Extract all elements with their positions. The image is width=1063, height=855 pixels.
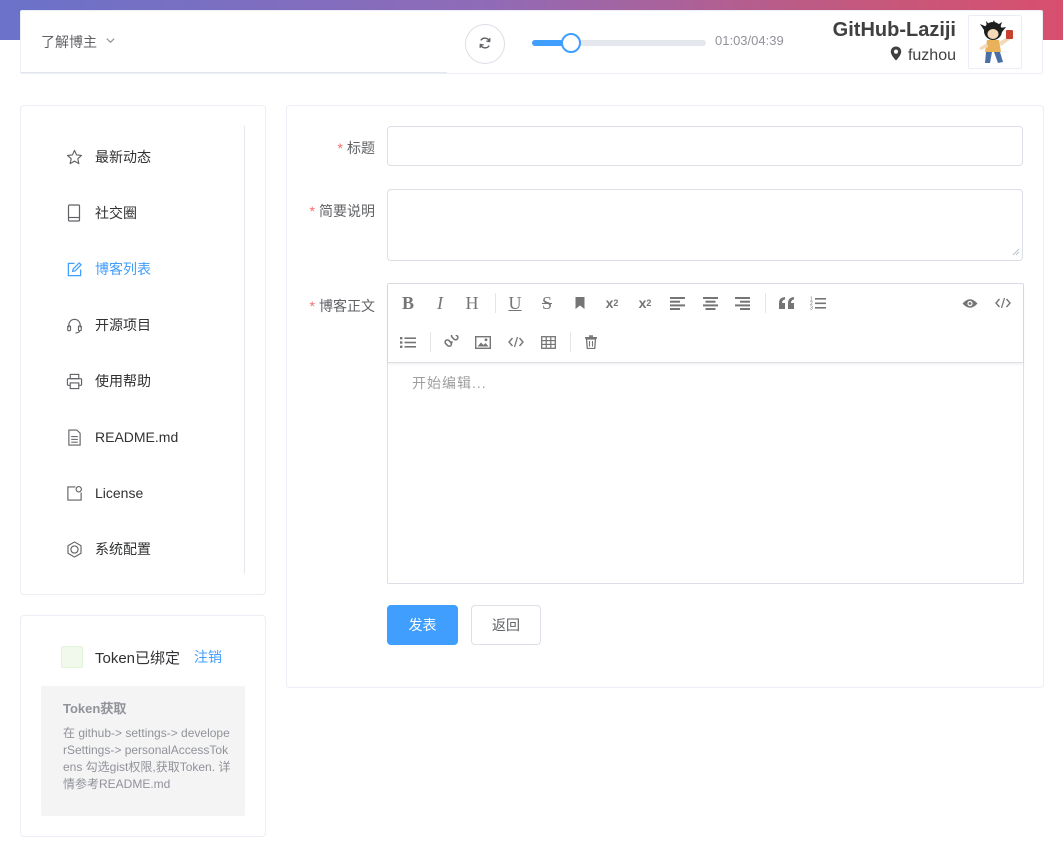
sidebar-item-label: 开源项目 (95, 317, 151, 333)
toolbar-separator (570, 332, 571, 352)
token-help-box: Token获取 在 github-> settings-> developerS… (41, 686, 245, 816)
sidebar-item-label: 使用帮助 (95, 373, 151, 389)
headset-icon (65, 316, 83, 334)
summary-label: * 简要说明 (309, 203, 375, 219)
document-icon (65, 428, 83, 446)
printer-icon (65, 372, 83, 390)
sidebar-item-open-source[interactable]: 开源项目 (21, 297, 243, 353)
toolbar-separator (495, 293, 496, 313)
heading-icon[interactable]: H (458, 289, 486, 317)
toolbar-separator (430, 332, 431, 352)
token-status-row: Token已绑定 注销 (61, 646, 222, 668)
sidebar-item-label: 社交圈 (95, 205, 137, 221)
sidebar-item-label: 系统配置 (95, 541, 151, 557)
source-code-icon[interactable] (989, 289, 1017, 317)
playback-time: 01:03/04:39 (715, 33, 784, 48)
link-icon[interactable] (437, 328, 465, 356)
preview-eye-icon[interactable] (956, 289, 984, 317)
sidebar-item-label: License (95, 485, 144, 501)
back-button[interactable]: 返回 (471, 605, 541, 645)
bold-icon[interactable]: B (394, 289, 422, 317)
token-status-indicator (61, 646, 83, 668)
token-help-text: 在 github-> settings-> developerSettings-… (63, 726, 231, 791)
about-blogger-label: 了解博主 (41, 33, 97, 50)
quote-icon[interactable] (772, 289, 800, 317)
required-mark: * (337, 140, 343, 156)
resize-grip-icon[interactable] (1012, 248, 1020, 258)
user-name: GitHub-Laziji (832, 19, 956, 41)
svg-text:3: 3 (810, 306, 813, 311)
avatar-image (979, 20, 1013, 63)
token-panel: Token已绑定 注销 Token获取 在 github-> settings-… (20, 615, 266, 837)
gear-icon (65, 540, 83, 558)
user-location: fuzhou (890, 46, 956, 66)
logout-link[interactable]: 注销 (194, 647, 222, 667)
token-help-title: Token获取 (63, 701, 127, 716)
edit-icon (65, 260, 83, 278)
underline-icon[interactable]: U (501, 289, 529, 317)
tablet-icon (65, 204, 83, 222)
ordered-list-icon[interactable]: 123 (804, 289, 832, 317)
subscript-icon[interactable]: x2 (631, 289, 659, 317)
sidebar-item-blog-list[interactable]: 博客列表 (21, 241, 243, 297)
sidebar-item-social[interactable]: 社交圈 (21, 185, 243, 241)
align-right-icon[interactable] (728, 289, 756, 317)
sidebar-item-label: README.md (95, 429, 179, 445)
strikethrough-icon[interactable]: S (533, 289, 561, 317)
trash-icon[interactable] (577, 328, 605, 356)
bookmark-icon[interactable] (566, 289, 594, 317)
body-label: * 博客正文 (309, 298, 375, 314)
blog-edit-form: * 标题 * 简要说明 * 博客正文 B I H U S x2 x2 1 2 3… (286, 105, 1044, 688)
table-icon[interactable] (534, 328, 562, 356)
sidebar-item-label: 最新动态 (95, 149, 151, 165)
superscript-icon[interactable]: x2 (598, 289, 626, 317)
sidebar-item-help[interactable]: 使用帮助 (21, 353, 243, 409)
align-center-icon[interactable] (696, 289, 724, 317)
toolbar-separator (765, 293, 766, 313)
location-pin-icon (890, 46, 902, 66)
title-input[interactable] (387, 126, 1023, 166)
title-label: * 标题 (337, 140, 375, 156)
sidebar-item-label: 博客列表 (95, 261, 151, 277)
align-left-icon[interactable] (663, 289, 691, 317)
code-block-icon[interactable] (502, 328, 530, 356)
unordered-list-icon[interactable] (394, 328, 422, 356)
sidebar-item-latest[interactable]: 最新动态 (21, 129, 243, 185)
refresh-button[interactable] (465, 24, 505, 64)
refresh-icon (478, 36, 492, 53)
sidebar-nav: 最新动态 社交圈 博客列表 开源项目 使用帮助 README.md Licens… (20, 105, 266, 595)
sidebar-item-settings[interactable]: 系统配置 (21, 521, 243, 577)
image-icon[interactable] (469, 328, 497, 356)
editor-content-area[interactable]: 开始编辑... (412, 373, 487, 393)
sidebar-item-readme[interactable]: README.md (21, 409, 243, 465)
avatar[interactable] (968, 15, 1022, 69)
editor-toolbar: B I H U S x2 x2 123 (388, 284, 1023, 363)
italic-icon[interactable]: I (426, 289, 454, 317)
markdown-editor: B I H U S x2 x2 123 开始编辑... (387, 283, 1024, 584)
audio-progress-slider[interactable] (532, 31, 706, 55)
slider-handle[interactable] (561, 33, 581, 53)
summary-textarea[interactable] (387, 189, 1023, 261)
token-status-text: Token已绑定 (95, 649, 181, 667)
publish-button[interactable]: 发表 (387, 605, 458, 645)
sidebar-divider (244, 126, 245, 574)
required-mark: * (309, 298, 315, 314)
star-icon (65, 148, 83, 166)
chevron-down-icon (105, 35, 116, 49)
user-location-text: fuzhou (907, 47, 956, 64)
sidebar-item-license[interactable]: License (21, 465, 243, 521)
license-icon (65, 484, 83, 502)
required-mark: * (309, 203, 315, 219)
header-bar: 了解博主 01:03/04:39 GitHub-Laziji fuzhou (20, 10, 1043, 74)
about-blogger-menu[interactable]: 了解博主 (21, 11, 447, 73)
